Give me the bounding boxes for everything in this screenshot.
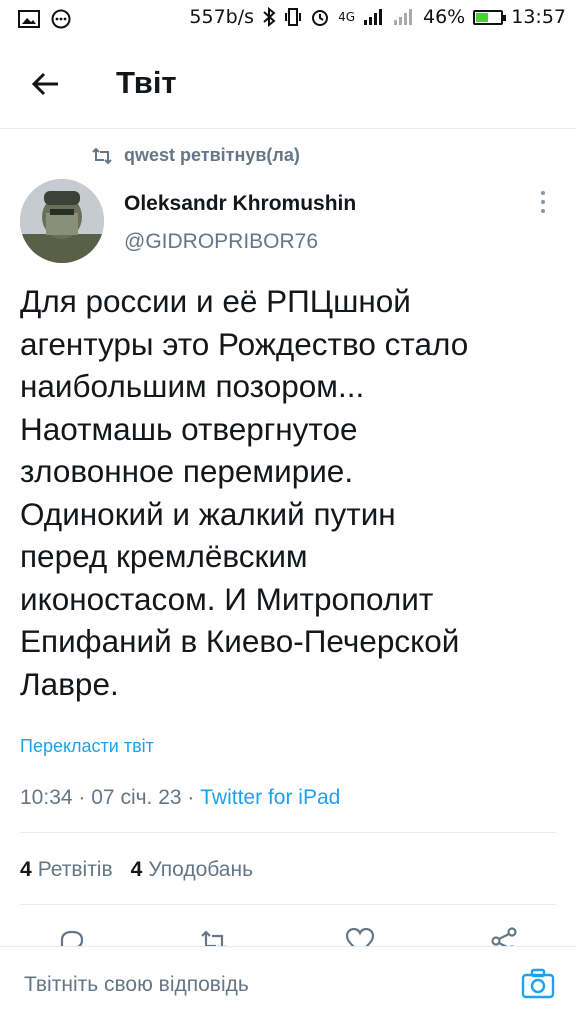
reply-input[interactable]: Твітніть свою відповідь <box>24 973 249 997</box>
like-icon[interactable] <box>344 926 376 948</box>
status-bar-right: 557b/s 4G 46% 13:57 <box>189 6 566 28</box>
bluetooth-icon <box>263 7 276 27</box>
alarm-icon <box>312 10 329 26</box>
reply-bar: Твітніть свою відповідь <box>0 946 576 1025</box>
avatar[interactable] <box>20 179 104 263</box>
tweet-stats: 4 Ретвітів 4 Уподобань <box>20 858 253 882</box>
translate-link[interactable]: Перекласти твіт <box>20 736 154 757</box>
arrow-left-icon[interactable] <box>28 66 64 102</box>
likes-label: Уподобань <box>148 858 254 881</box>
retweets-label: Ретвітів <box>37 858 113 881</box>
avatar-image <box>20 179 104 263</box>
divider <box>20 832 556 833</box>
page-title: Твіт <box>116 65 177 100</box>
retweets-count: 4 <box>20 858 32 881</box>
likes-stat[interactable]: 4 Уподобань <box>131 858 253 882</box>
retweet-context[interactable]: qwest ретвітнув(ла) <box>90 145 300 166</box>
app-header: Твіт <box>0 38 576 129</box>
network-type: 4G <box>338 10 355 24</box>
vibrate-icon <box>285 8 302 26</box>
retweet-context-text: qwest ретвітнув(ла) <box>124 145 300 165</box>
net-speed: 557b/s <box>189 6 255 28</box>
signal-weak-icon <box>394 9 412 25</box>
meta-separator: · <box>78 786 86 809</box>
meta-separator: · <box>187 786 195 809</box>
tweet-actions <box>0 918 576 948</box>
camera-icon[interactable] <box>520 967 556 1001</box>
gallery-notification-icon <box>18 10 40 28</box>
tweet-time: 10:34 <box>20 786 73 809</box>
author-name[interactable]: Oleksandr Khromushin <box>124 192 356 216</box>
tweet-date: 07 січ. 23 <box>91 786 182 809</box>
clock: 13:57 <box>511 6 566 28</box>
retweet-icon[interactable] <box>198 926 230 948</box>
tweet-meta: 10:34 · 07 січ. 23 · Twitter for iPad <box>20 786 340 810</box>
signal-icon <box>364 9 382 25</box>
status-bar: 557b/s 4G 46% 13:57 <box>0 0 576 38</box>
divider <box>20 904 556 905</box>
status-bar-left <box>18 9 72 29</box>
retweet-icon <box>92 147 112 164</box>
likes-count: 4 <box>130 858 143 881</box>
author-handle[interactable]: @GIDROPRIBOR76 <box>124 230 318 254</box>
retweets-stat[interactable]: 4 Ретвітів <box>20 858 113 882</box>
tweet-source-link[interactable]: Twitter for iPad <box>200 786 340 809</box>
battery-icon <box>473 9 507 25</box>
tweet-text: Для россии и её РПЦшной агентуры это Рож… <box>20 283 469 702</box>
chat-notification-icon <box>51 9 71 29</box>
reply-icon[interactable] <box>56 926 88 948</box>
more-options-icon[interactable] <box>536 191 550 217</box>
share-icon[interactable] <box>488 926 520 948</box>
battery-percent: 46% <box>423 6 466 28</box>
